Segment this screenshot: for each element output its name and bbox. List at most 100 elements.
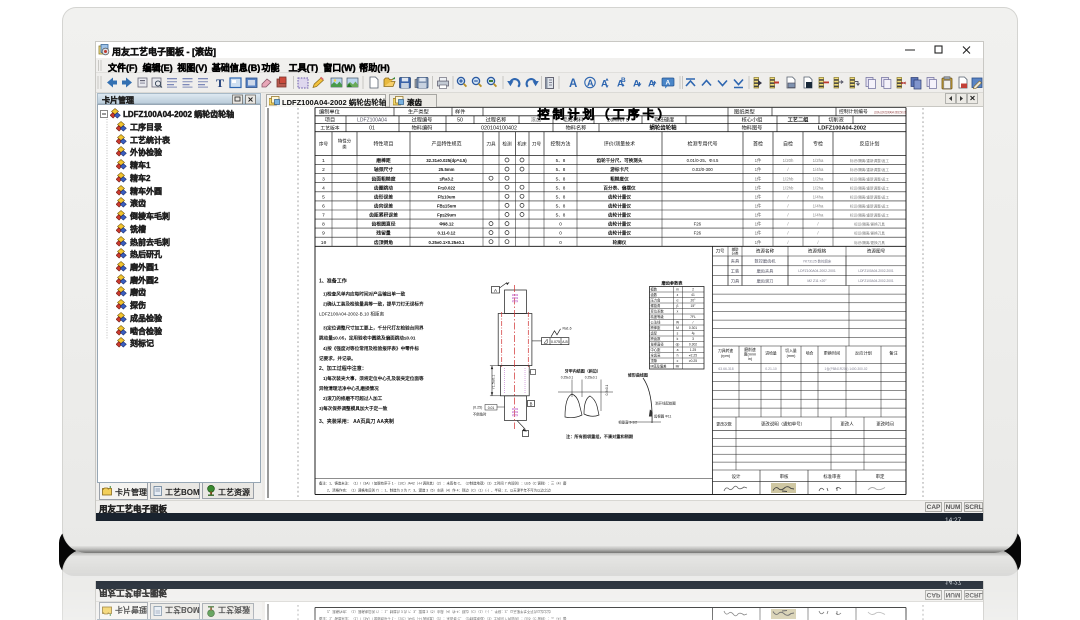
svg-text:≠0.25: ≠0.25 (689, 359, 697, 363)
svg-text:/: / (787, 204, 789, 209)
svg-text:控制计划编号: 控制计划编号 (839, 108, 868, 115)
svg-text:0.301: 0.301 (689, 326, 697, 330)
svg-text:标识/隔离/重新调整/返工: 标识/隔离/重新调整/返工 (850, 158, 889, 163)
svg-text:轮廓仪: 轮廓仪 (613, 239, 627, 246)
svg-text:020104100402: 020104100402 (481, 126, 517, 132)
svg-text:过程编号: 过程编号 (412, 116, 433, 124)
svg-text:M: M (676, 326, 679, 330)
svg-text:(mm): (mm) (787, 354, 797, 358)
svg-text:反应计划: 反应计划 (855, 350, 872, 357)
svg-text:1/4ha: 1/4ha (813, 204, 824, 209)
svg-text:LDJA.LDFZ100A04-2002.50.01: LDJA.LDFZ100A04-2002.50.01 (874, 110, 906, 114)
svg-text:0.302: 0.302 (689, 343, 697, 347)
svg-text:4: 4 (322, 185, 325, 191)
svg-text:首检: 首检 (753, 141, 763, 148)
svg-text:百分表、偏摆仪: 百分表、偏摆仪 (603, 184, 636, 191)
svg-text:全齿高: 全齿高 (651, 353, 662, 358)
svg-text:1/4ha: 1/4ha (813, 194, 824, 199)
svg-text:磨齿参数表: 磨齿参数表 (661, 280, 684, 287)
svg-text:物料图号: 物料图号 (742, 124, 763, 132)
svg-text:切入量: 切入量 (785, 348, 797, 353)
svg-text:1、准备工作: 1、准备工作 (319, 278, 347, 285)
svg-text:2、加工过程中注意：: 2、加工过程中注意： (319, 365, 367, 372)
svg-text:分类: 分类 (732, 251, 739, 256)
svg-text:工装: 工装 (731, 267, 740, 274)
svg-text:齿面粗糙度: 齿面粗糙度 (372, 175, 396, 182)
svg-text:不倒角时: 不倒角时 (473, 412, 487, 417)
svg-text:0.25±0.1: 0.25±0.1 (585, 376, 598, 380)
svg-text:与: 与 (691, 331, 694, 336)
svg-text:1: 1 (322, 158, 325, 164)
svg-text:1件: 1件 (755, 221, 762, 228)
svg-text:齿圈跳动: 齿圈跳动 (374, 184, 393, 191)
svg-text:特性项目: 特性项目 (373, 141, 393, 148)
svg-text:滚齿: 滚齿 (531, 116, 541, 124)
svg-text:齿轮计量仪: 齿轮计量仪 (608, 230, 631, 237)
svg-text:63.66-318: 63.66-318 (718, 367, 733, 371)
svg-text:磨棒距: 磨棒距 (375, 157, 391, 164)
svg-text:0.075: 0.075 (551, 340, 560, 344)
svg-text:齿轮计量仪: 齿轮计量仪 (608, 221, 631, 228)
svg-text:Ff≤10um: Ff≤10um (438, 194, 456, 199)
svg-text:评价/测量技术: 评价/测量技术 (604, 141, 635, 148)
svg-text:量棒直径: 量棒直径 (651, 342, 665, 347)
svg-text:10: 10 (321, 240, 327, 246)
svg-text:渐开线起始圆: 渐开线起始圆 (655, 401, 676, 406)
svg-text:类: 类 (342, 144, 347, 151)
svg-text:刀号: 刀号 (532, 142, 542, 148)
svg-text:Fp≤29um: Fp≤29um (437, 213, 456, 218)
svg-text:标识/隔离/更换刀具: 标识/隔离/更换刀具 (854, 240, 885, 245)
svg-text:啮合: 啮合 (806, 351, 814, 356)
svg-text:齿数: 齿数 (651, 292, 658, 297)
svg-text:M2 Z11 ×20°: M2 Z11 ×20° (807, 279, 827, 283)
svg-text:齿顶倒角: 齿顶倒角 (374, 239, 393, 246)
svg-text:物料名称: 物料名称 (566, 124, 587, 132)
svg-text:01: 01 (369, 126, 375, 132)
svg-text:8: 8 (322, 222, 325, 228)
svg-text:度(m/m: 度(m/m (744, 352, 756, 357)
svg-text:B: B (530, 402, 533, 407)
svg-text:工艺版本: 工艺版本 (320, 125, 339, 132)
svg-text:0.01: 0.01 (488, 406, 495, 410)
svg-text:T: T (216, 76, 224, 90)
svg-text:1/2hb: 1/2hb (783, 185, 794, 190)
svg-text:1件: 1件 (755, 239, 762, 246)
svg-text:精度等级: 精度等级 (651, 314, 665, 319)
svg-text:0.25±0.1×0.25±0.1: 0.25±0.1×0.25±0.1 (429, 240, 466, 245)
svg-text:/: / (787, 240, 789, 245)
svg-text:1/2ha: 1/2ha (813, 158, 824, 163)
svg-text:齿向误差: 齿向误差 (374, 203, 393, 210)
svg-text:粗糙度仪: 粗糙度仪 (610, 175, 629, 182)
svg-text:1件: 1件 (755, 212, 762, 219)
svg-text:压力角: 压力角 (651, 298, 661, 303)
svg-text:25.5mm: 25.5mm (438, 167, 454, 172)
svg-text:顶隙: 顶隙 (651, 358, 658, 363)
svg-text:1/2hb: 1/2hb (783, 176, 794, 181)
svg-text:轴颈尺寸: 轴颈尺寸 (374, 166, 393, 173)
svg-text:LDFZ100A04-2002-2001: LDFZ100A04-2002-2001 (858, 269, 893, 273)
svg-text:更改时间: 更改时间 (876, 421, 894, 428)
svg-text:夹具: 夹具 (731, 258, 740, 265)
svg-text:YK73125 数控磨床: YK73125 数控磨床 (803, 258, 832, 263)
svg-text:检测专用代号: 检测专用代号 (687, 141, 717, 148)
svg-text:FB≤15um: FB≤15um (437, 204, 456, 209)
svg-text:螺旋角: 螺旋角 (651, 303, 661, 308)
svg-text:中心距: 中心距 (651, 347, 662, 352)
svg-text:/: / (817, 222, 819, 227)
svg-text:1)检查风单内应每时间对产品输出单一致: 1)检查风单内应每时间对产品输出单一致 (323, 291, 406, 298)
svg-text:LDFZ100A04: LDFZ100A04 (357, 118, 387, 124)
svg-text:(0.25): (0.25) (473, 406, 482, 410)
svg-text:A: A (494, 288, 497, 293)
svg-text:0: 0 (559, 222, 562, 227)
svg-text:2: 2 (322, 167, 325, 173)
svg-text:3: 3 (322, 176, 325, 182)
svg-text:标识/隔离/更换刀具: 标识/隔离/更换刀具 (854, 231, 885, 236)
svg-text:备注：1、铸造未注：（1）/（3A）/ 加脱有序于 1 -（: 备注：1、铸造未注：（1）/（3A）/ 加脱有序于 1 -（1/C）/A42（-… (319, 481, 567, 486)
svg-text:磨齿夹具: 磨齿夹具 (757, 267, 775, 274)
svg-text:F26: F26 (694, 222, 702, 227)
svg-text:M值及偏差: M值及偏差 (651, 364, 668, 369)
svg-text:反应计划: 反应计划 (859, 141, 879, 148)
svg-text:0.25±0.1: 0.25±0.1 (561, 376, 574, 380)
svg-text:模数: 模数 (651, 287, 658, 292)
svg-text:产品特性规范: 产品特性规范 (431, 141, 461, 148)
